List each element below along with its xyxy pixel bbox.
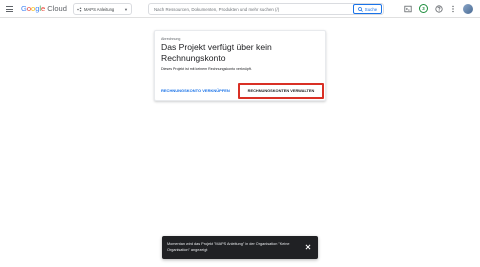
cloud-shell-icon[interactable] <box>402 3 413 14</box>
dialog-body: Dieses Projekt ist mit keinem Rechnungsk… <box>161 67 252 71</box>
search-icon <box>357 6 363 12</box>
notifications-button[interactable]: 3 <box>418 3 429 14</box>
header-actions: 3 <box>402 3 478 15</box>
snackbar: Momentan wird das Projekt "MAPS Anleitun… <box>162 236 318 259</box>
snackbar-message: Momentan wird das Projekt "MAPS Anleitun… <box>167 242 290 252</box>
project-picker-label: MAPS Anleitung <box>84 6 115 12</box>
close-icon[interactable] <box>303 242 313 252</box>
search-box: Suche <box>148 3 384 15</box>
search-button-label: Suche <box>364 6 378 12</box>
account-button[interactable] <box>462 3 473 14</box>
search-button[interactable]: Suche <box>353 4 382 14</box>
google-cloud-logo[interactable]: Google Cloud <box>21 4 67 14</box>
project-picker[interactable]: MAPS Anleitung ▼ <box>73 3 132 15</box>
menu-icon[interactable] <box>6 6 13 12</box>
manage-billing-accounts-button[interactable]: RECHNUNGSKONTEN VERWALTEN <box>238 83 324 99</box>
billing-dialog: Abrechnung Das Projekt verfügt über kein… <box>154 30 326 101</box>
top-bar: Google Cloud MAPS Anleitung ▼ Suche <box>0 0 480 18</box>
dialog-actions: RECHNUNGSKONTO VERKNÜPFEN RECHNUNGSKONTE… <box>155 83 327 99</box>
logo-suffix: Cloud <box>47 4 67 13</box>
chevron-down-icon: ▼ <box>124 6 128 12</box>
more-vert-icon[interactable] <box>447 3 458 14</box>
dialog-kicker: Abrechnung <box>161 37 181 41</box>
link-billing-account-button[interactable]: RECHNUNGSKONTO VERKNÜPFEN <box>161 86 230 96</box>
search-input[interactable] <box>149 4 353 14</box>
help-icon[interactable] <box>433 3 444 14</box>
project-dots-icon <box>77 7 82 11</box>
dialog-title: Das Projekt verfügt über kein Rechnungsk… <box>161 42 272 63</box>
avatar <box>462 3 473 14</box>
notification-count: 3 <box>419 4 428 13</box>
